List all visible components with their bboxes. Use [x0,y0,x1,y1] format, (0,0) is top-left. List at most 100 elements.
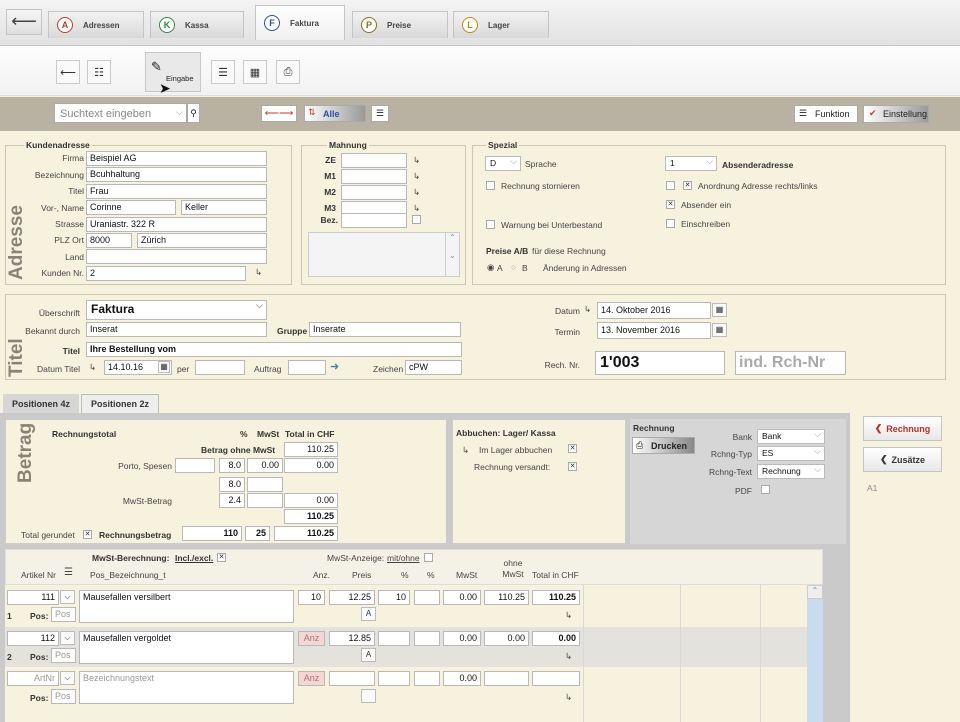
row1-bezeichnung[interactable]: Mausefallen versilbert [79,590,294,623]
rechnung-button[interactable]: ❮ Rechnung [863,416,942,441]
mahnung-bez-field[interactable] [341,213,407,228]
back-icon[interactable]: ⟵ [56,60,80,84]
chevron-down-icon[interactable]: ⌵ [60,631,75,645]
land-field[interactable] [86,249,267,264]
nav-tab-faktura[interactable]: F Faktura [255,5,345,40]
arrow-right-icon[interactable]: ➜ [330,360,339,373]
mwst-betrag-pct-field[interactable]: 2.4 [219,493,245,508]
row3-preis[interactable] [329,671,375,686]
row2-pct2[interactable] [414,631,440,646]
rechnungsbetrag-total-field[interactable]: 110.25 [274,526,338,541]
incl-excl-checkbox[interactable]: ✕ [217,553,226,562]
bezeichnung-field[interactable]: Bcuhhaltung [86,167,267,182]
mwst-rate-extra-field[interactable] [247,477,283,492]
zeichen-field[interactable]: cPW [405,360,462,375]
ort-field[interactable]: Zürich [137,233,267,248]
row3-artikel-nr[interactable]: ArtNr [7,671,59,686]
row3-pos-field[interactable]: Pos [51,689,76,704]
mahnung-text-area[interactable]: ⌃ ⌄ [308,232,460,277]
row1-preis[interactable]: 12.25 [329,590,375,605]
print-icon[interactable]: ⎙ [276,60,300,84]
mwst-betrag-total-field[interactable]: 0.00 [284,493,338,508]
jump-arrow-icon[interactable]: ↳ [413,155,420,166]
jump-arrow-icon[interactable]: ↳ [565,610,572,621]
tab-positionen-2z[interactable]: Positionen 2z [81,394,160,413]
rchng-typ-select[interactable]: ES [757,446,825,461]
scrollbar[interactable] [807,585,823,722]
row1-artikel-nr[interactable]: 111 [7,590,59,605]
row2-anz[interactable]: Anz [298,631,325,646]
row3-pct2[interactable] [414,671,440,686]
row1-a-button[interactable]: A [361,607,376,621]
plz-field[interactable]: 8000 [86,233,132,248]
einschreiben-checkbox[interactable] [666,219,675,228]
funktion-button[interactable]: ☰ Funktion [794,105,858,123]
calendar-icon[interactable]: ▦ [712,303,727,317]
rechnungsbetrag-rappen-field[interactable]: 25 [245,526,270,541]
row1-pos-field[interactable]: Pos [51,607,76,622]
gruppe-field[interactable]: Inserate [309,322,461,337]
ueberschrift-select[interactable]: Faktura [86,300,267,320]
row2-mwst[interactable]: 0.00 [443,631,481,646]
lager-checkbox[interactable]: ✕ [568,444,577,453]
rech-nr-field[interactable]: 1'003 [595,351,725,375]
porto-mwst-field[interactable]: 0.00 [247,458,283,473]
search-input[interactable]: Suchtext eingeben ⌵ [54,103,187,123]
sum-field[interactable]: 110.25 [284,509,338,524]
kundennr-field[interactable]: 2 [86,266,246,281]
warnung-checkbox[interactable] [486,220,495,229]
jump-arrow-icon[interactable]: ↳ [584,304,591,315]
bekannt-field[interactable]: Inserat [86,322,267,337]
jump-arrow-icon[interactable]: ↳ [565,692,572,703]
row1-mwst[interactable]: 0.00 [443,590,481,605]
back-arrow-icon[interactable]: ⟵ [6,9,42,35]
radio-b[interactable]: ○ [511,262,516,272]
row3-anz[interactable]: Anz [298,671,325,686]
scrollbar[interactable]: ⌃ ⌄ [445,233,459,276]
total-gerundet-checkbox[interactable]: ✕ [83,530,92,539]
list-view-icon[interactable]: ☰ [371,105,389,122]
nav-tab-kassa[interactable]: K Kassa [150,11,244,38]
auftrag-field[interactable] [288,360,326,375]
mahnung-m2-field[interactable] [341,185,407,200]
betrag-ohne-field[interactable]: 110.25 [284,442,338,457]
rechnungsbetrag-francs-field[interactable]: 110 [182,526,242,541]
anordnung-checkbox[interactable]: ✕ [683,181,692,190]
calendar-icon[interactable]: ▦ [712,323,727,337]
absender-ein-checkbox[interactable]: ✕ [666,200,675,209]
nav-tab-lager[interactable]: L Lager [453,11,549,38]
row1-total[interactable]: 110.25 [532,590,580,605]
radio-a[interactable]: ◉ [487,262,494,273]
tab-positionen-4z[interactable]: Positionen 4z [3,394,80,413]
grid-icon[interactable]: ▦ [243,60,267,84]
titel-field[interactable]: Frau [86,184,267,199]
vorname-field[interactable]: Corinne [86,200,176,215]
drucken-button[interactable]: ⎙ Drucken [632,437,695,454]
chevron-down-icon[interactable]: ⌵ [176,107,183,118]
porto-field[interactable] [175,458,215,473]
row1-anz[interactable]: 10 [298,590,325,605]
filter-alle-button[interactable]: ⇅ Alle [304,105,366,122]
mwst-betrag-extra-field[interactable] [247,493,283,508]
row2-artikel-nr[interactable]: 112 [7,631,59,646]
sort-icon[interactable]: ☰ [64,567,73,578]
scroll-up-icon[interactable]: ⌃ [807,585,823,599]
datum-field[interactable]: 14. Oktober 2016 [597,302,711,319]
firma-field[interactable]: Beispiel AG [86,151,267,166]
row1-ohne-mwst[interactable]: 110.25 [484,590,529,605]
row2-ohne-mwst[interactable]: 0.00 [484,631,529,646]
jump-arrow-icon[interactable]: ↳ [89,362,96,373]
nav-tab-preise[interactable]: P Preise [352,11,448,38]
jump-arrow-icon[interactable]: ↳ [413,203,420,214]
zusaetze-button[interactable]: ❮ Zusätze [863,447,942,472]
chevron-down-icon[interactable]: ⌵ [60,590,75,604]
per-field[interactable] [195,360,245,375]
row2-a-button[interactable]: A [361,648,376,662]
row2-pos-field[interactable]: Pos [51,648,76,663]
jump-arrow-icon[interactable]: ↳ [413,171,420,182]
titel-field[interactable]: Ihre Bestellung vom [86,342,462,357]
name-field[interactable]: Keller [181,200,267,215]
storno-checkbox[interactable] [486,181,495,190]
search-icon[interactable]: ⚲ [187,103,200,123]
anordnung-placeholder-checkbox[interactable] [666,181,675,190]
